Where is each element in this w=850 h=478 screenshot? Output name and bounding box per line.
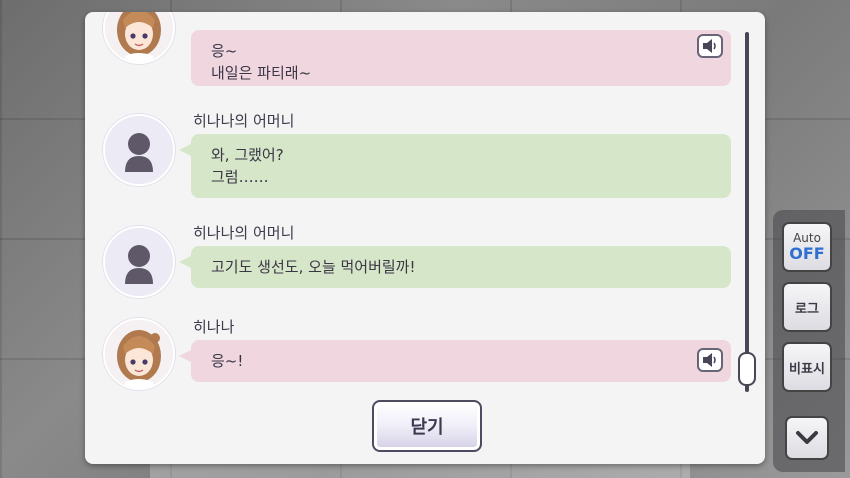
dialogue-bubble: 고기도 생선도, 오늘 먹어버릴까! bbox=[179, 246, 731, 288]
backlog-panel: 응~ 내일은 파티래~ 히나나의 어머니 와, 그랬어? 그럼…… 히나나의 어… bbox=[85, 12, 765, 464]
dialogue-line: 응~ bbox=[211, 42, 238, 60]
speaker-icon bbox=[703, 39, 716, 53]
scrollbar-track[interactable] bbox=[745, 32, 749, 392]
voice-replay-button[interactable] bbox=[697, 34, 723, 58]
voice-replay-button[interactable] bbox=[697, 348, 723, 372]
dialogue-line: 내일은 파티래~ bbox=[211, 64, 312, 82]
silhouette-avatar bbox=[103, 226, 175, 298]
hinana-avatar bbox=[103, 12, 175, 64]
hinana-portrait-icon bbox=[105, 12, 173, 62]
scroll-down-button[interactable] bbox=[785, 416, 829, 460]
silhouette-icon bbox=[105, 116, 173, 184]
dialogue-line: 와, 그랬어? bbox=[211, 146, 284, 164]
log-button[interactable]: 로그 bbox=[782, 282, 832, 332]
close-button[interactable]: 닫기 bbox=[372, 400, 482, 452]
close-label: 닫기 bbox=[410, 417, 444, 438]
scrollbar-thumb[interactable] bbox=[738, 352, 756, 386]
dialogue-bubble: 응~ 내일은 파티래~ bbox=[191, 30, 731, 86]
hide-ui-button[interactable]: 비표시 bbox=[782, 342, 832, 392]
dialogue-line: 고기도 생선도, 오늘 먹어버릴까! bbox=[211, 258, 416, 276]
hinana-portrait-icon bbox=[105, 320, 173, 388]
dialogue-line: 응~! bbox=[211, 352, 244, 370]
dialogue-bubble: 와, 그랬어? 그럼…… bbox=[179, 134, 731, 198]
auto-button[interactable]: Auto OFF bbox=[782, 222, 832, 272]
silhouette-avatar bbox=[103, 114, 175, 186]
silhouette-icon bbox=[105, 228, 173, 296]
speaker-name: 히나나의 어머니 bbox=[193, 112, 295, 130]
auto-state: OFF bbox=[789, 244, 825, 263]
backlog-list[interactable]: 응~ 내일은 파티래~ 히나나의 어머니 와, 그랬어? 그럼…… 히나나의 어… bbox=[85, 12, 745, 402]
hinana-avatar bbox=[103, 318, 175, 390]
speaker-name: 히나나 bbox=[193, 318, 235, 336]
hide-label: 비표시 bbox=[789, 361, 825, 377]
chevron-down-icon bbox=[796, 431, 818, 444]
speaker-icon bbox=[703, 353, 716, 367]
dialogue-line: 그럼…… bbox=[211, 168, 269, 186]
speaker-name: 히나나의 어머니 bbox=[193, 224, 295, 242]
dialogue-bubble: 응~! bbox=[179, 340, 731, 382]
log-label: 로그 bbox=[795, 301, 819, 317]
